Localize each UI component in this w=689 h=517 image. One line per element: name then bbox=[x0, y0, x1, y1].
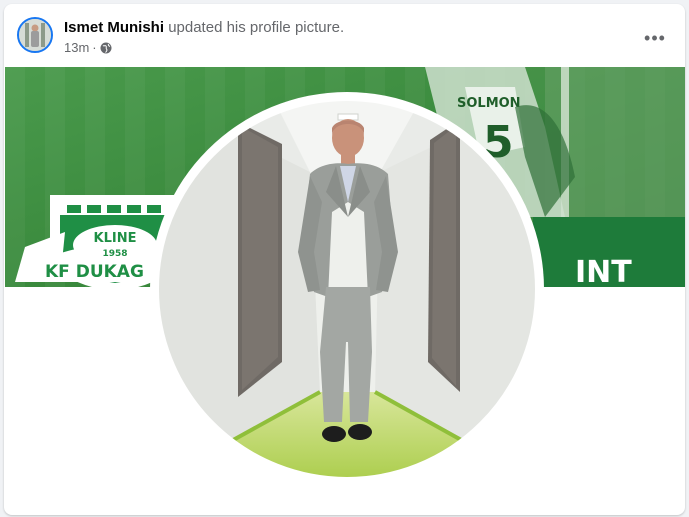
jersey-name-text: SOLMON bbox=[457, 96, 521, 111]
post-header: Ismet Munishi updated his profile pictur… bbox=[4, 4, 685, 66]
profile-photo-image bbox=[153, 95, 541, 483]
more-options-icon[interactable]: ••• bbox=[637, 20, 673, 56]
post-author-line: Ismet Munishi updated his profile pictur… bbox=[64, 19, 344, 37]
meta-separator: · bbox=[92, 40, 97, 55]
cover-overlay-text: INT bbox=[575, 255, 632, 287]
post-action-text: updated his profile picture. bbox=[168, 19, 345, 36]
profile-photo[interactable] bbox=[150, 92, 544, 486]
badge-text-bottom: KF DUKAG bbox=[45, 262, 144, 282]
post-timestamp[interactable]: 13m bbox=[64, 40, 89, 55]
author-avatar[interactable] bbox=[17, 17, 53, 53]
post-card: Ismet Munishi updated his profile pictur… bbox=[4, 4, 685, 515]
badge-text-top: KLINE bbox=[94, 231, 137, 246]
avatar-image bbox=[19, 19, 51, 51]
globe-icon[interactable] bbox=[100, 42, 112, 54]
post-meta: 13m · bbox=[64, 40, 112, 55]
badge-year: 1958 bbox=[102, 249, 127, 259]
author-name[interactable]: Ismet Munishi bbox=[64, 19, 164, 36]
